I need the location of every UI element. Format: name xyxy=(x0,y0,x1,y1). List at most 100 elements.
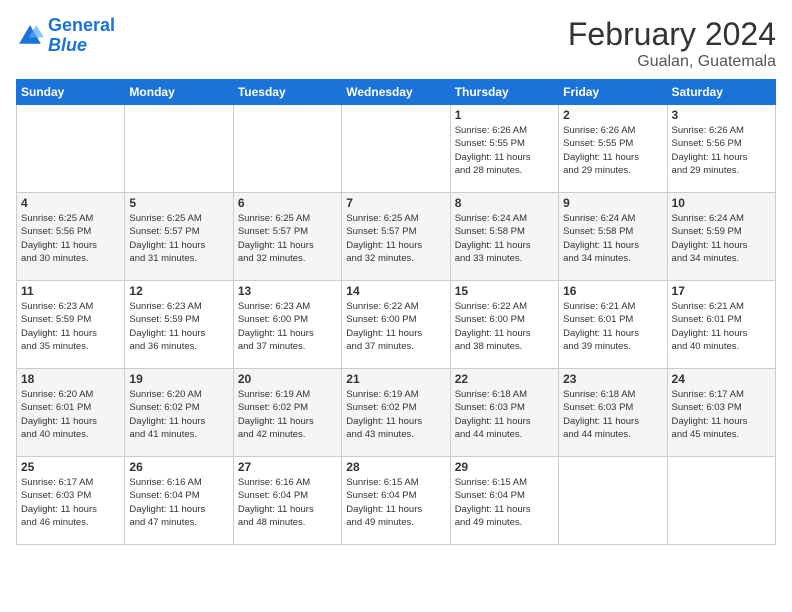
day-info: Sunrise: 6:25 AM Sunset: 5:57 PM Dayligh… xyxy=(238,212,337,265)
day-number: 27 xyxy=(238,460,337,474)
day-of-week-header: Thursday xyxy=(450,80,558,105)
day-number: 11 xyxy=(21,284,120,298)
calendar-cell: 19 Sunrise: 6:20 AM Sunset: 6:02 PM Dayli… xyxy=(125,369,233,457)
calendar-cell: 17 Sunrise: 6:21 AM Sunset: 6:01 PM Dayli… xyxy=(667,281,775,369)
day-of-week-header: Monday xyxy=(125,80,233,105)
logo-text: General Blue xyxy=(48,16,115,56)
day-info: Sunrise: 6:21 AM Sunset: 6:01 PM Dayligh… xyxy=(563,300,662,353)
calendar-cell xyxy=(342,105,450,193)
day-of-week-header: Friday xyxy=(559,80,667,105)
day-info: Sunrise: 6:15 AM Sunset: 6:04 PM Dayligh… xyxy=(455,476,554,529)
calendar-week-row: 25Sunrise: 6:17 AM Sunset: 6:03 PM Dayli… xyxy=(17,457,776,545)
calendar-cell: 29Sunrise: 6:15 AM Sunset: 6:04 PM Dayli… xyxy=(450,457,558,545)
calendar-cell: 25Sunrise: 6:17 AM Sunset: 6:03 PM Dayli… xyxy=(17,457,125,545)
logo-line2: Blue xyxy=(48,35,87,55)
day-info: Sunrise: 6:21 AM Sunset: 6:01 PM Dayligh… xyxy=(672,300,771,353)
calendar-cell: 23 Sunrise: 6:18 AM Sunset: 6:03 PM Dayli… xyxy=(559,369,667,457)
day-info: Sunrise: 6:22 AM Sunset: 6:00 PM Dayligh… xyxy=(455,300,554,353)
day-info: Sunrise: 6:25 AM Sunset: 5:56 PM Dayligh… xyxy=(21,212,120,265)
calendar-cell: 2 Sunrise: 6:26 AM Sunset: 5:55 PM Daylig… xyxy=(559,105,667,193)
calendar-table: SundayMondayTuesdayWednesdayThursdayFrid… xyxy=(16,79,776,545)
calendar-header: SundayMondayTuesdayWednesdayThursdayFrid… xyxy=(17,80,776,105)
calendar-cell: 6 Sunrise: 6:25 AM Sunset: 5:57 PM Daylig… xyxy=(233,193,341,281)
day-number: 2 xyxy=(563,108,662,122)
day-info: Sunrise: 6:23 AM Sunset: 5:59 PM Dayligh… xyxy=(21,300,120,353)
day-info: Sunrise: 6:23 AM Sunset: 6:00 PM Dayligh… xyxy=(238,300,337,353)
location: Gualan, Guatemala xyxy=(568,53,776,71)
calendar-cell: 15 Sunrise: 6:22 AM Sunset: 6:00 PM Dayli… xyxy=(450,281,558,369)
title-block: February 2024 Gualan, Guatemala xyxy=(568,16,776,71)
day-number: 6 xyxy=(238,196,337,210)
calendar-cell: 16 Sunrise: 6:21 AM Sunset: 6:01 PM Dayli… xyxy=(559,281,667,369)
day-number: 24 xyxy=(672,372,771,386)
day-number: 16 xyxy=(563,284,662,298)
day-number: 20 xyxy=(238,372,337,386)
month-title: February 2024 xyxy=(568,16,776,53)
calendar-week-row: 11 Sunrise: 6:23 AM Sunset: 5:59 PM Dayli… xyxy=(17,281,776,369)
day-of-week-header: Wednesday xyxy=(342,80,450,105)
day-number: 22 xyxy=(455,372,554,386)
calendar-week-row: 18Sunrise: 6:20 AM Sunset: 6:01 PM Dayli… xyxy=(17,369,776,457)
calendar-cell: 24 Sunrise: 6:17 AM Sunset: 6:03 PM Dayli… xyxy=(667,369,775,457)
calendar-cell: 12Sunrise: 6:23 AM Sunset: 5:59 PM Dayli… xyxy=(125,281,233,369)
day-info: Sunrise: 6:16 AM Sunset: 6:04 PM Dayligh… xyxy=(238,476,337,529)
day-info: Sunrise: 6:24 AM Sunset: 5:59 PM Dayligh… xyxy=(672,212,771,265)
day-number: 5 xyxy=(129,196,228,210)
logo-line1: General xyxy=(48,15,115,35)
calendar-cell: 26 Sunrise: 6:16 AM Sunset: 6:04 PM Dayli… xyxy=(125,457,233,545)
day-number: 9 xyxy=(563,196,662,210)
day-info: Sunrise: 6:24 AM Sunset: 5:58 PM Dayligh… xyxy=(563,212,662,265)
calendar-cell: 22 Sunrise: 6:18 AM Sunset: 6:03 PM Dayli… xyxy=(450,369,558,457)
calendar-cell: 9 Sunrise: 6:24 AM Sunset: 5:58 PM Daylig… xyxy=(559,193,667,281)
day-number: 12 xyxy=(129,284,228,298)
day-number: 17 xyxy=(672,284,771,298)
calendar-week-row: 1 Sunrise: 6:26 AM Sunset: 5:55 PM Daylig… xyxy=(17,105,776,193)
day-info: Sunrise: 6:18 AM Sunset: 6:03 PM Dayligh… xyxy=(455,388,554,441)
day-number: 4 xyxy=(21,196,120,210)
day-number: 13 xyxy=(238,284,337,298)
day-number: 8 xyxy=(455,196,554,210)
calendar-cell: 1Sunrise: 6:26 AM Sunset: 5:55 PM Daylig… xyxy=(450,105,558,193)
calendar-cell xyxy=(125,105,233,193)
calendar-cell: 20 Sunrise: 6:19 AM Sunset: 6:02 PM Dayli… xyxy=(233,369,341,457)
calendar-cell: 28 Sunrise: 6:15 AM Sunset: 6:04 PM Dayli… xyxy=(342,457,450,545)
day-info: Sunrise: 6:20 AM Sunset: 6:01 PM Dayligh… xyxy=(21,388,120,441)
calendar-cell xyxy=(233,105,341,193)
calendar-cell: 8Sunrise: 6:24 AM Sunset: 5:58 PM Daylig… xyxy=(450,193,558,281)
calendar-week-row: 4 Sunrise: 6:25 AM Sunset: 5:56 PM Daylig… xyxy=(17,193,776,281)
calendar-cell: 13 Sunrise: 6:23 AM Sunset: 6:00 PM Dayli… xyxy=(233,281,341,369)
day-info: Sunrise: 6:26 AM Sunset: 5:56 PM Dayligh… xyxy=(672,124,771,177)
calendar-cell: 11 Sunrise: 6:23 AM Sunset: 5:59 PM Dayli… xyxy=(17,281,125,369)
calendar-cell xyxy=(559,457,667,545)
calendar-cell: 4 Sunrise: 6:25 AM Sunset: 5:56 PM Daylig… xyxy=(17,193,125,281)
calendar-body: 1 Sunrise: 6:26 AM Sunset: 5:55 PM Daylig… xyxy=(17,105,776,545)
day-number: 19 xyxy=(129,372,228,386)
day-number: 21 xyxy=(346,372,445,386)
day-info: Sunrise: 6:22 AM Sunset: 6:00 PM Dayligh… xyxy=(346,300,445,353)
day-number: 26 xyxy=(129,460,228,474)
day-info: Sunrise: 6:16 AM Sunset: 6:04 PM Dayligh… xyxy=(129,476,228,529)
day-number: 7 xyxy=(346,196,445,210)
day-number: 23 xyxy=(563,372,662,386)
day-number: 1 xyxy=(455,108,554,122)
day-info: Sunrise: 6:18 AM Sunset: 6:03 PM Dayligh… xyxy=(563,388,662,441)
calendar-cell: 7Sunrise: 6:25 AM Sunset: 5:57 PM Daylig… xyxy=(342,193,450,281)
day-number: 3 xyxy=(672,108,771,122)
day-info: Sunrise: 6:17 AM Sunset: 6:03 PM Dayligh… xyxy=(672,388,771,441)
day-number: 28 xyxy=(346,460,445,474)
day-info: Sunrise: 6:25 AM Sunset: 5:57 PM Dayligh… xyxy=(129,212,228,265)
calendar-cell: 5 Sunrise: 6:25 AM Sunset: 5:57 PM Daylig… xyxy=(125,193,233,281)
day-info: Sunrise: 6:26 AM Sunset: 5:55 PM Dayligh… xyxy=(563,124,662,177)
day-number: 14 xyxy=(346,284,445,298)
day-info: Sunrise: 6:15 AM Sunset: 6:04 PM Dayligh… xyxy=(346,476,445,529)
day-info: Sunrise: 6:19 AM Sunset: 6:02 PM Dayligh… xyxy=(238,388,337,441)
day-number: 10 xyxy=(672,196,771,210)
day-info: Sunrise: 6:17 AM Sunset: 6:03 PM Dayligh… xyxy=(21,476,120,529)
calendar-cell xyxy=(667,457,775,545)
day-of-week-header: Saturday xyxy=(667,80,775,105)
day-of-week-header: Tuesday xyxy=(233,80,341,105)
day-number: 15 xyxy=(455,284,554,298)
calendar-cell: 10 Sunrise: 6:24 AM Sunset: 5:59 PM Dayli… xyxy=(667,193,775,281)
day-info: Sunrise: 6:20 AM Sunset: 6:02 PM Dayligh… xyxy=(129,388,228,441)
logo-icon xyxy=(16,22,44,50)
